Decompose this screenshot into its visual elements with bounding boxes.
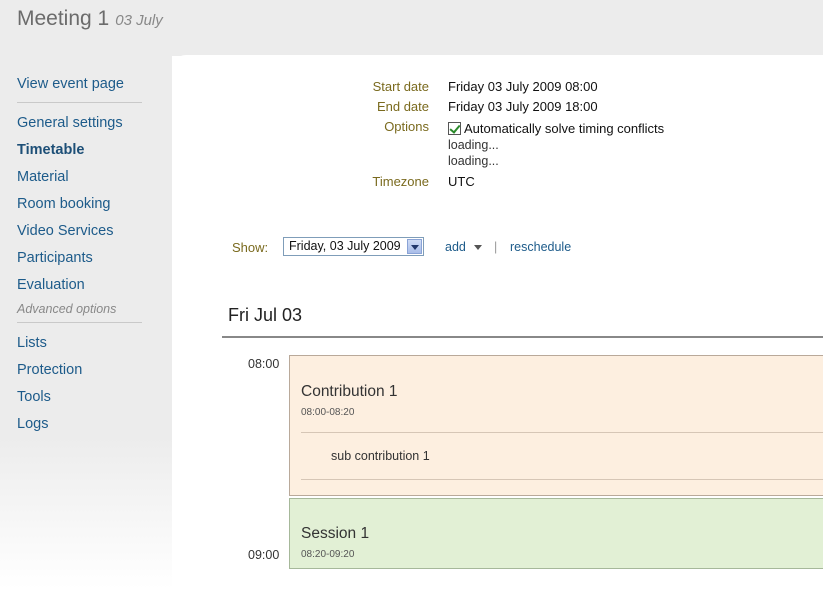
sidebar-item-general-settings[interactable]: General settings <box>17 113 142 140</box>
options-value: Automatically solve timing conflicts <box>448 121 664 136</box>
sidebar-item-logs[interactable]: Logs <box>17 414 142 441</box>
subcontribution-title[interactable]: sub contribution 1 <box>331 449 430 463</box>
sidebar-item-evaluation[interactable]: Evaluation <box>17 275 142 302</box>
end-date-value: Friday 03 July 2009 18:00 <box>448 99 598 114</box>
loading-text: loading... <box>448 154 499 168</box>
auto-solve-label: Automatically solve timing conflicts <box>464 121 665 136</box>
toolbar-separator: | <box>494 240 498 254</box>
block-divider <box>301 432 823 433</box>
caret-down-icon[interactable] <box>474 245 482 250</box>
start-date-value: Friday 03 July 2009 08:00 <box>448 79 598 94</box>
sidebar-item-material[interactable]: Material <box>17 167 142 194</box>
auto-solve-checkbox[interactable] <box>448 122 461 135</box>
day-title: Fri Jul 03 <box>228 305 303 325</box>
sidebar-item-tools[interactable]: Tools <box>17 387 142 414</box>
sidebar-item-participants[interactable]: Participants <box>17 248 142 275</box>
sidebar-item-lists[interactable]: Lists <box>17 333 142 360</box>
contribution-block[interactable]: Contribution 1 08:00-08:20 sub contribut… <box>289 355 823 496</box>
sidebar-menu: View event page General settings Timetab… <box>17 74 142 441</box>
sidebar-item-view-event-page[interactable]: View event page <box>17 74 142 101</box>
chevron-down-icon[interactable] <box>407 239 422 254</box>
header-bar: Meeting 1 03 July <box>0 0 823 56</box>
hour-label: 09:00 <box>248 548 280 562</box>
session-time: 08:20-09:20 <box>301 549 355 560</box>
show-label: Show: <box>232 240 269 255</box>
sidebar: View event page General settings Timetab… <box>0 56 172 589</box>
contribution-time: 08:00-08:20 <box>301 407 355 418</box>
sidebar-divider <box>17 322 142 323</box>
timezone-label: Timezone <box>372 174 429 189</box>
add-link[interactable]: add <box>445 240 466 254</box>
main-content: Start date Friday 03 July 2009 08:00 End… <box>172 55 823 589</box>
block-divider <box>301 479 823 480</box>
sidebar-item-protection[interactable]: Protection <box>17 360 142 387</box>
sidebar-item-timetable[interactable]: Timetable <box>17 140 142 167</box>
session-block[interactable]: Session 1 08:20-09:20 <box>289 498 823 569</box>
start-date-label: Start date <box>372 79 429 94</box>
day-select-value: Friday, 03 July 2009 <box>289 239 401 253</box>
loading-text: loading... <box>448 138 499 152</box>
reschedule-link[interactable]: reschedule <box>510 240 571 254</box>
sidebar-item-video-services[interactable]: Video Services <box>17 221 142 248</box>
options-label: Options <box>384 119 429 134</box>
end-date-label: End date <box>376 99 429 114</box>
day-divider <box>222 336 823 338</box>
session-title: Session 1 <box>301 525 370 542</box>
event-title: Meeting 1 <box>17 7 110 30</box>
timezone-value: UTC <box>448 174 475 189</box>
sidebar-divider <box>17 102 142 103</box>
hour-label: 08:00 <box>248 357 280 371</box>
contribution-title: Contribution 1 <box>301 383 398 400</box>
sidebar-item-room-booking[interactable]: Room booking <box>17 194 142 221</box>
sidebar-advanced-options-label: Advanced options <box>17 302 117 316</box>
day-select[interactable]: Friday, 03 July 2009 <box>283 237 424 256</box>
event-date: 03 July <box>115 12 163 29</box>
page-title: Meeting 1 03 July <box>17 7 163 31</box>
